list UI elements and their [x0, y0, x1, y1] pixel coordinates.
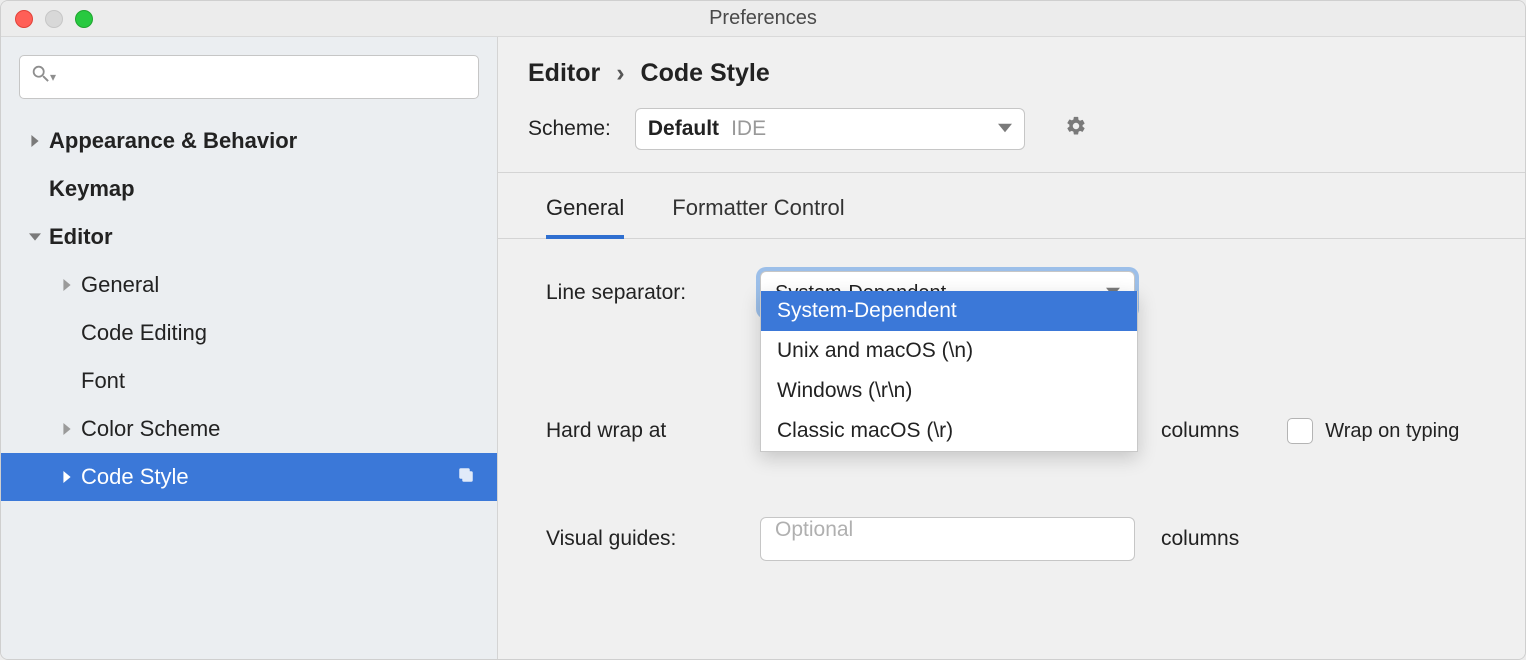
sidebar-item-label: General	[81, 272, 159, 298]
tabs: General Formatter Control	[498, 195, 1525, 239]
sidebar-item-label: Editor	[49, 224, 113, 250]
tab-formatter-control[interactable]: Formatter Control	[672, 195, 844, 238]
option-windows[interactable]: Windows (\r\n)	[761, 371, 1137, 411]
preferences-window: Preferences ▾ Appearance & Behavior	[0, 0, 1526, 660]
sidebar-item-label: Code Editing	[81, 320, 207, 346]
sidebar-item-font[interactable]: Font	[1, 357, 497, 405]
sidebar-item-editor[interactable]: Editor	[1, 213, 497, 261]
scheme-actions-button[interactable]	[1065, 115, 1087, 143]
main-panel: Editor › Code Style Scheme: Default IDE …	[498, 37, 1525, 659]
sidebar-item-label: Keymap	[49, 176, 135, 202]
columns-suffix: columns	[1161, 419, 1239, 443]
chevron-right-icon	[61, 471, 81, 483]
scheme-select[interactable]: Default IDE	[635, 108, 1025, 150]
chevron-down-icon	[998, 118, 1012, 141]
wrap-on-typing-label: Wrap on typing	[1325, 420, 1459, 443]
sidebar: ▾ Appearance & Behavior Keymap Editor	[1, 37, 498, 659]
search-icon	[30, 63, 52, 91]
sidebar-item-appearance-behavior[interactable]: Appearance & Behavior	[1, 117, 497, 165]
breadcrumb-code-style: Code Style	[641, 59, 770, 88]
sidebar-item-general[interactable]: General	[1, 261, 497, 309]
option-unix-macos[interactable]: Unix and macOS (\n)	[761, 331, 1137, 371]
titlebar: Preferences	[1, 1, 1525, 37]
breadcrumb: Editor › Code Style	[528, 59, 1495, 88]
wrap-on-typing-checkbox[interactable]: Wrap on typing	[1287, 418, 1459, 444]
search-dropdown-icon[interactable]: ▾	[50, 70, 56, 84]
visual-guides-label: Visual guides:	[546, 527, 734, 551]
chevron-right-icon	[61, 423, 81, 435]
line-separator-label: Line separator:	[546, 281, 734, 305]
sidebar-item-label: Font	[81, 368, 125, 394]
content: ▾ Appearance & Behavior Keymap Editor	[1, 37, 1525, 659]
sidebar-item-code-editing[interactable]: Code Editing	[1, 309, 497, 357]
sidebar-item-keymap[interactable]: Keymap	[1, 165, 497, 213]
sidebar-tree: Appearance & Behavior Keymap Editor Gene…	[1, 117, 497, 501]
scheme-label: Scheme:	[528, 117, 611, 141]
breadcrumb-separator: ›	[616, 59, 624, 88]
window-title: Preferences	[1, 7, 1525, 30]
hard-wrap-label: Hard wrap at	[546, 419, 734, 443]
checkbox-icon	[1287, 418, 1313, 444]
line-separator-dropdown: System-Dependent Unix and macOS (\n) Win…	[760, 291, 1138, 452]
option-classic-macos[interactable]: Classic macOS (\r)	[761, 411, 1137, 451]
visual-guides-row: Visual guides: Optional columns	[546, 515, 1495, 563]
sidebar-item-label: Code Style	[81, 464, 189, 490]
sidebar-item-label: Color Scheme	[81, 416, 220, 442]
breadcrumb-editor[interactable]: Editor	[528, 59, 600, 88]
option-system-dependent[interactable]: System-Dependent	[761, 291, 1137, 331]
chevron-down-icon	[29, 231, 49, 243]
sidebar-item-label: Appearance & Behavior	[49, 128, 297, 154]
divider	[498, 172, 1525, 173]
columns-suffix: columns	[1161, 527, 1239, 551]
form: Line separator: System-Dependent System-…	[528, 239, 1495, 563]
scheme-row: Scheme: Default IDE	[528, 108, 1495, 150]
visual-guides-input[interactable]: Optional	[760, 517, 1135, 561]
search-input[interactable]: ▾	[19, 55, 479, 99]
chevron-right-icon	[29, 135, 49, 147]
tab-general[interactable]: General	[546, 195, 624, 239]
chevron-right-icon	[61, 279, 81, 291]
sidebar-item-color-scheme[interactable]: Color Scheme	[1, 405, 497, 453]
sidebar-item-code-style[interactable]: Code Style	[1, 453, 497, 501]
scheme-scope: IDE	[731, 117, 766, 141]
copy-scheme-icon[interactable]	[457, 464, 475, 490]
scheme-value: Default	[648, 117, 719, 141]
